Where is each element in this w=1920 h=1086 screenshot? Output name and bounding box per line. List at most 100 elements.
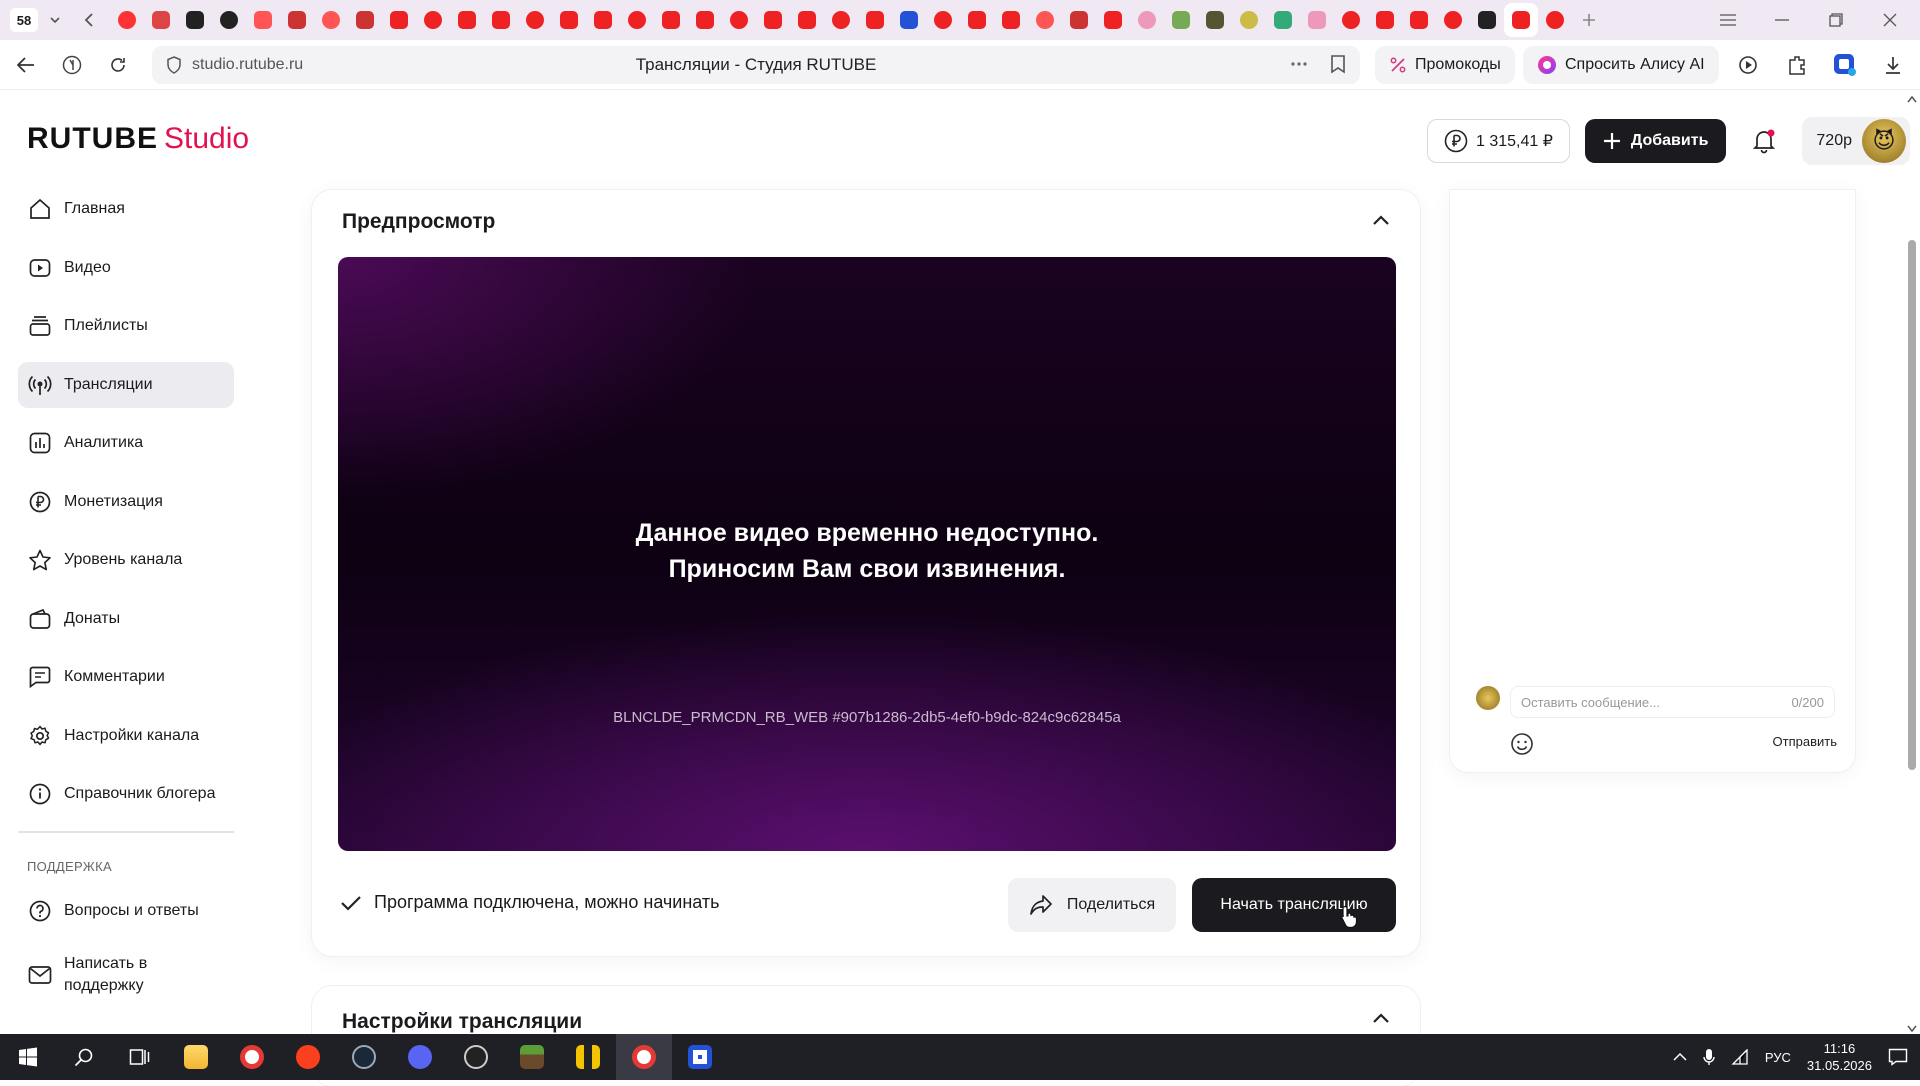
task-view-icon[interactable] bbox=[112, 1034, 168, 1080]
emoji-icon[interactable] bbox=[1510, 732, 1534, 756]
rutube-app-icon[interactable] bbox=[672, 1034, 728, 1080]
tab-list-chevron-icon[interactable] bbox=[38, 3, 72, 37]
yandex-icon[interactable] bbox=[280, 1034, 336, 1080]
windows-start-icon[interactable] bbox=[0, 1034, 56, 1080]
pinned-tab[interactable] bbox=[722, 3, 756, 37]
microphone-icon[interactable] bbox=[1703, 1048, 1715, 1066]
chat-message-input[interactable]: Оставить сообщение... 0/200 bbox=[1510, 686, 1835, 718]
new-tab-plus-icon[interactable] bbox=[1572, 3, 1606, 37]
pinned-tab[interactable] bbox=[586, 3, 620, 37]
tab-count-badge[interactable]: 58 bbox=[10, 8, 38, 32]
steam-icon[interactable] bbox=[336, 1034, 392, 1080]
sidebar-item-home[interactable]: Главная bbox=[18, 186, 234, 232]
video-player[interactable]: Данное видео временно недоступно. Принос… bbox=[338, 257, 1396, 851]
start-broadcast-button[interactable]: Начать трансляцию bbox=[1192, 878, 1396, 932]
pinned-tab[interactable] bbox=[960, 3, 994, 37]
pinned-tab[interactable] bbox=[1300, 3, 1334, 37]
yandex-browser-active-icon[interactable] bbox=[616, 1034, 672, 1080]
wifi-icon[interactable] bbox=[1731, 1049, 1749, 1065]
pinned-tab[interactable] bbox=[620, 3, 654, 37]
sidebar-item-channel-settings[interactable]: Настройки канала bbox=[18, 713, 234, 759]
pinned-tab[interactable] bbox=[756, 3, 790, 37]
pinned-tab[interactable] bbox=[552, 3, 586, 37]
pinned-tab[interactable] bbox=[1096, 3, 1130, 37]
sidebar-item-monetization[interactable]: Монетизация bbox=[18, 479, 234, 525]
notifications-bell-icon[interactable] bbox=[1742, 119, 1786, 163]
pinned-tab[interactable] bbox=[654, 3, 688, 37]
pinned-tab[interactable] bbox=[790, 3, 824, 37]
search-icon[interactable] bbox=[56, 1034, 112, 1080]
pinned-tab[interactable] bbox=[348, 3, 382, 37]
pinned-tab[interactable] bbox=[824, 3, 858, 37]
pinned-tab[interactable] bbox=[1402, 3, 1436, 37]
pinned-tab[interactable] bbox=[416, 3, 450, 37]
pinned-tab[interactable] bbox=[314, 3, 348, 37]
sidebar-item-broadcasts[interactable]: Трансляции bbox=[18, 361, 234, 408]
collapse-chevron-up-icon[interactable] bbox=[1372, 214, 1390, 226]
promocodes-button[interactable]: Промокоды bbox=[1375, 46, 1515, 84]
pinned-tab[interactable] bbox=[1266, 3, 1300, 37]
pinned-tab[interactable] bbox=[994, 3, 1028, 37]
pinned-tab[interactable] bbox=[110, 3, 144, 37]
pinned-tab[interactable] bbox=[1062, 3, 1096, 37]
pinned-tab[interactable] bbox=[1470, 3, 1504, 37]
url-box[interactable]: studio.rutube.ru Трансляции - Студия RUT… bbox=[152, 46, 1360, 84]
pinned-tab[interactable] bbox=[382, 3, 416, 37]
menu-icon[interactable] bbox=[1708, 3, 1748, 37]
clock[interactable]: 11:16 31.05.2026 bbox=[1807, 1040, 1872, 1074]
sidebar-item-blogger-guide[interactable]: Справочник блогера bbox=[18, 771, 234, 817]
yandex-home-icon[interactable] bbox=[52, 45, 92, 85]
file-explorer-icon[interactable] bbox=[168, 1034, 224, 1080]
pinned-tab[interactable] bbox=[1368, 3, 1402, 37]
pinned-tab[interactable] bbox=[688, 3, 722, 37]
extensions-icon[interactable] bbox=[1780, 48, 1814, 82]
sidebar-item-analytics[interactable]: Аналитика bbox=[18, 420, 234, 466]
pinned-tab[interactable] bbox=[144, 3, 178, 37]
tabs-back-icon[interactable] bbox=[72, 3, 106, 37]
pinned-tab[interactable] bbox=[1504, 3, 1538, 37]
pinned-tab[interactable] bbox=[926, 3, 960, 37]
pinned-tab[interactable] bbox=[858, 3, 892, 37]
pinned-tab[interactable] bbox=[1232, 3, 1266, 37]
sidebar-item-donations[interactable]: Донаты bbox=[18, 596, 234, 642]
pinned-tab[interactable] bbox=[246, 3, 280, 37]
sidebar-item-comments[interactable]: Комментарии bbox=[18, 654, 234, 700]
yandex-browser-icon[interactable] bbox=[224, 1034, 280, 1080]
media-icon[interactable] bbox=[1732, 48, 1766, 82]
restore-icon[interactable] bbox=[1816, 3, 1856, 37]
tray-chevron-up-icon[interactable] bbox=[1673, 1052, 1687, 1062]
sidebar-item-channel-level[interactable]: Уровень канала bbox=[18, 537, 234, 583]
close-icon[interactable] bbox=[1870, 3, 1910, 37]
more-icon[interactable] bbox=[1290, 54, 1308, 74]
pinned-tab[interactable] bbox=[518, 3, 552, 37]
pinned-tab[interactable] bbox=[1164, 3, 1198, 37]
pinned-tab[interactable] bbox=[450, 3, 484, 37]
notification-center-icon[interactable] bbox=[1888, 1048, 1908, 1066]
pinned-tab[interactable] bbox=[1334, 3, 1368, 37]
balance-chip[interactable]: 1 315,41 ₽ bbox=[1427, 119, 1570, 163]
pinned-tab[interactable] bbox=[892, 3, 926, 37]
sidebar-item-faq[interactable]: Вопросы и ответы bbox=[18, 888, 234, 934]
sidebar-item-contact-support[interactable]: Написать в поддержку bbox=[18, 947, 234, 1003]
sidebar-item-playlists[interactable]: Плейлисты bbox=[18, 303, 234, 349]
send-message-button[interactable]: Отправить bbox=[1773, 734, 1837, 749]
sidebar-item-video[interactable]: Видео bbox=[18, 245, 234, 291]
rutube-studio-logo[interactable]: RUTUBE Studio bbox=[27, 122, 249, 156]
pinned-tab[interactable] bbox=[280, 3, 314, 37]
add-button[interactable]: Добавить bbox=[1584, 119, 1727, 163]
language-indicator[interactable]: РУС bbox=[1765, 1050, 1791, 1065]
pinned-tab[interactable] bbox=[1130, 3, 1164, 37]
game-icon[interactable] bbox=[560, 1034, 616, 1080]
back-icon[interactable] bbox=[6, 45, 46, 85]
user-menu[interactable]: 720p 😈 bbox=[1802, 117, 1910, 165]
rutube-extension-icon[interactable] bbox=[1828, 48, 1862, 82]
pinned-tab[interactable] bbox=[178, 3, 212, 37]
pinned-tab[interactable] bbox=[212, 3, 246, 37]
bookmark-icon[interactable] bbox=[1330, 54, 1346, 74]
ask-alice-button[interactable]: Спросить Алису AI bbox=[1523, 46, 1719, 84]
minimize-icon[interactable] bbox=[1762, 3, 1802, 37]
pinned-tab[interactable] bbox=[1198, 3, 1232, 37]
obs-icon[interactable] bbox=[448, 1034, 504, 1080]
collapse-chevron-up-icon[interactable] bbox=[1372, 1012, 1390, 1024]
scrollbar-thumb[interactable] bbox=[1908, 240, 1916, 770]
